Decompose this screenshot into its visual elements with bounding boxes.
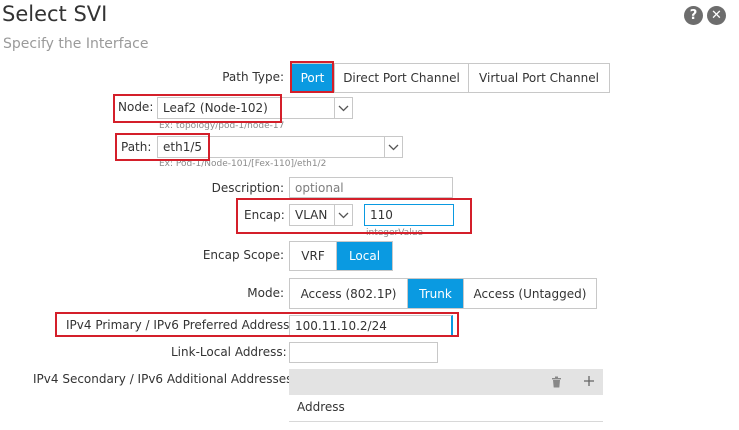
help-icon[interactable]: ? — [684, 6, 703, 25]
mode-label: Mode: — [247, 286, 284, 300]
link-local-input[interactable] — [289, 342, 438, 363]
description-input[interactable]: optional — [289, 177, 453, 198]
address-column-header: Address — [297, 400, 345, 414]
encap-scope-vrf[interactable]: VRF — [290, 242, 337, 270]
plus-icon[interactable] — [580, 372, 598, 390]
dialog-subtitle: Specify the Interface — [3, 36, 149, 52]
encap-scope-selector: VRF Local — [289, 241, 393, 271]
dialog-title: Select SVI — [2, 2, 108, 26]
path-type-direct-port-channel[interactable]: Direct Port Channel — [335, 64, 469, 92]
path-type-virtual-port-channel[interactable]: Virtual Port Channel — [469, 64, 609, 92]
chevron-down-icon[interactable] — [334, 97, 353, 119]
secondary-addresses-label: IPv4 Secondary / IPv6 Additional Address… — [33, 372, 297, 386]
node-highlight — [113, 94, 282, 123]
ipv4-highlight — [55, 312, 459, 337]
mode-trunk[interactable]: Trunk — [408, 279, 464, 308]
mode-access-8021p[interactable]: Access (802.1P) — [290, 279, 408, 308]
encap-highlight — [236, 198, 472, 234]
chevron-down-icon[interactable] — [384, 136, 403, 158]
description-label: Description: — [211, 181, 284, 195]
path-type-label: Path Type: — [222, 70, 284, 84]
close-icon[interactable]: ✕ — [707, 6, 726, 25]
link-local-label: Link-Local Address: — [171, 345, 287, 359]
mode-selector: Access (802.1P) Trunk Access (Untagged) — [289, 278, 597, 309]
trash-icon[interactable] — [548, 373, 564, 391]
table-divider — [289, 421, 603, 422]
path-type-selector: Port Direct Port Channel Virtual Port Ch… — [290, 63, 610, 93]
encap-scope-local[interactable]: Local — [337, 242, 392, 270]
port-highlight — [290, 61, 334, 93]
mode-access-untagged[interactable]: Access (Untagged) — [464, 279, 596, 308]
encap-scope-label: Encap Scope: — [202, 248, 284, 262]
path-highlight — [115, 133, 210, 161]
